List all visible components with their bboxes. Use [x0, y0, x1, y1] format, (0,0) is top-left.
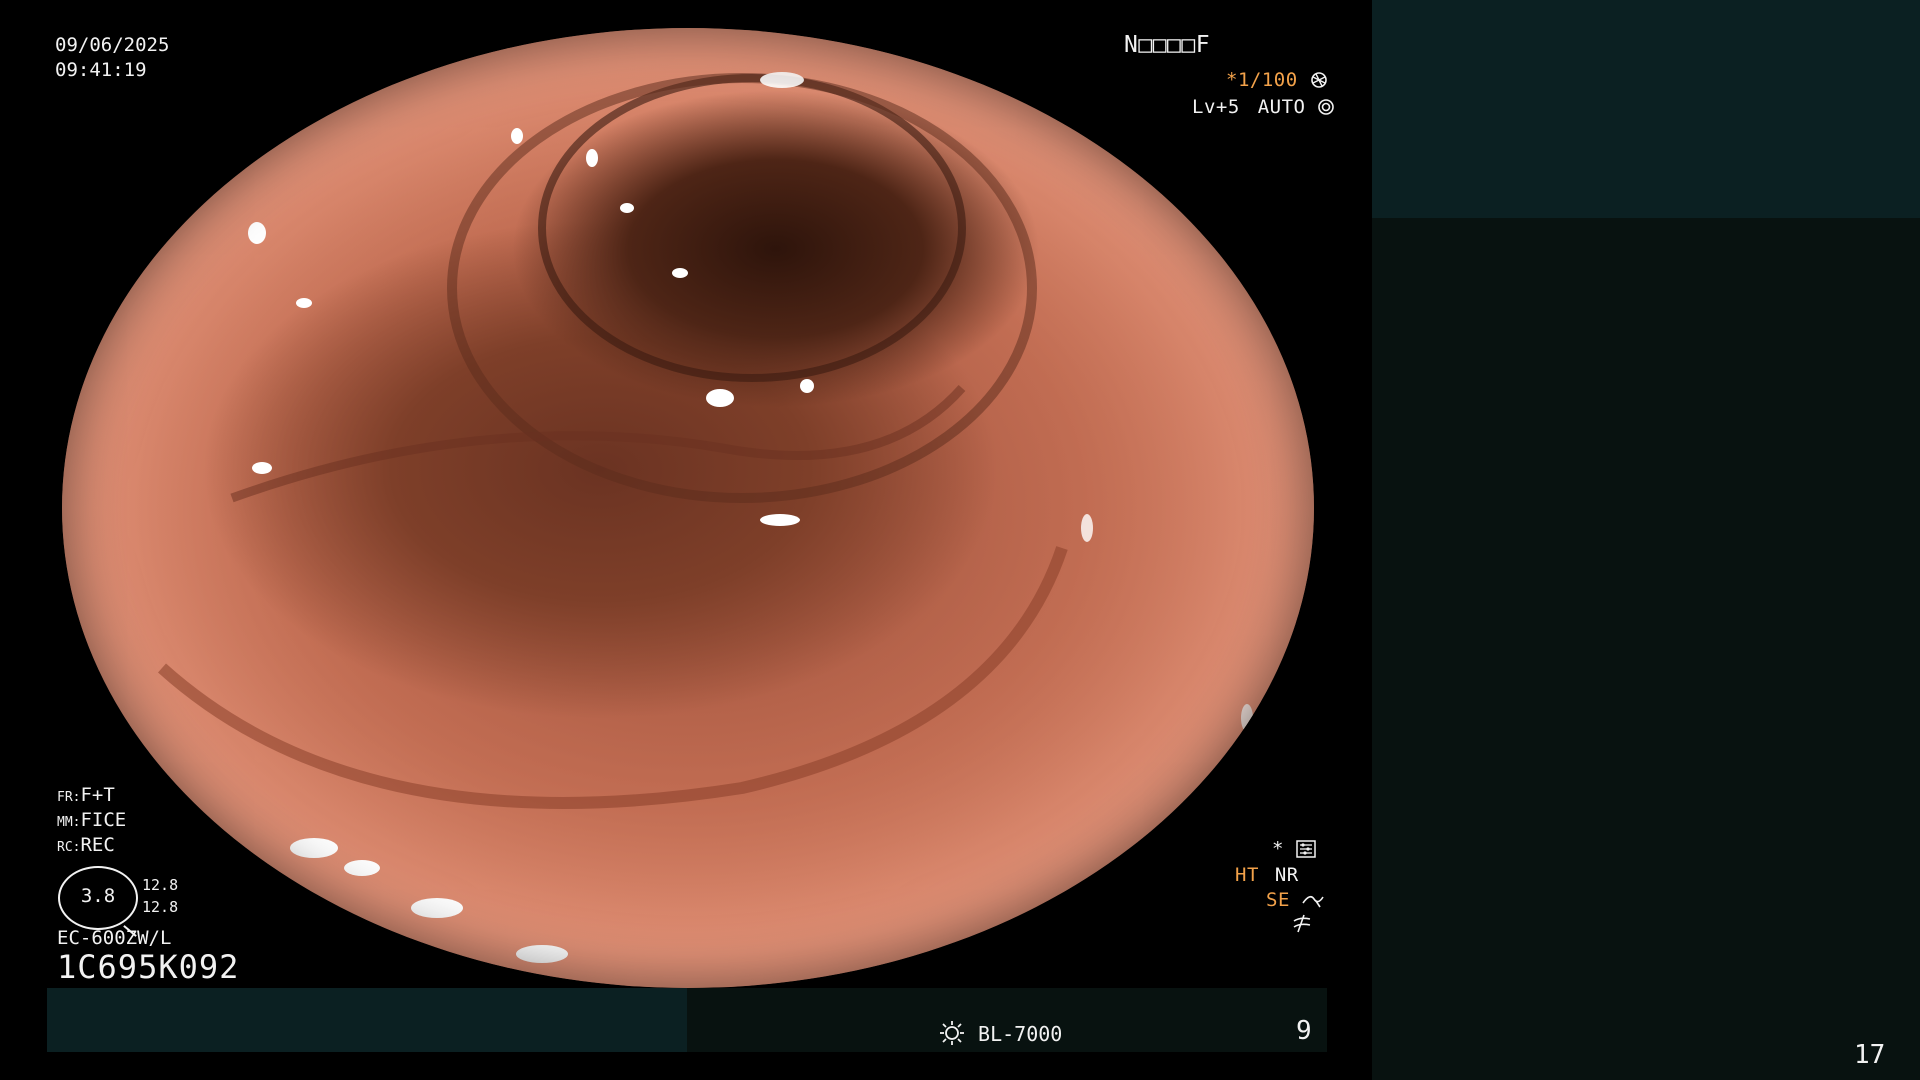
time-text: 09:41:19	[55, 59, 147, 81]
enhance-icon	[1292, 913, 1312, 937]
aperture-icon	[1310, 69, 1328, 91]
scope-badge-value: 3.8	[80, 885, 116, 907]
scope-badge: 3.8	[58, 866, 138, 937]
mm-row: MM:FICE	[57, 809, 126, 831]
rc-label: RC:	[57, 840, 81, 855]
light-source-icon	[938, 1021, 978, 1046]
bottom-bar-left	[47, 988, 687, 1052]
settings-marker: *	[1272, 838, 1284, 860]
iris-mode: AUTO	[1257, 96, 1306, 118]
mm-value: FICE	[80, 809, 127, 831]
rc-value: REC	[80, 834, 115, 856]
settings-row: *	[1272, 838, 1316, 860]
level-value: Lv+5	[1192, 96, 1240, 118]
iris-icon	[1317, 96, 1335, 118]
shutter-speed: *1/100	[1226, 69, 1298, 91]
se-row: SE	[1266, 889, 1324, 911]
rc-row: RC:REC	[57, 834, 115, 856]
scope-model: EC-600ZW/L	[57, 927, 172, 949]
scope-value-bottom: 12.8	[142, 898, 179, 916]
fr-row: FR:F+T	[57, 784, 115, 806]
curve-icon	[1302, 889, 1324, 911]
se-label: SE	[1266, 889, 1290, 911]
level-row: Lv+5 AUTO	[1192, 96, 1335, 118]
settings-icon	[1296, 838, 1316, 860]
light-source-label: BL-7000	[978, 1022, 1063, 1046]
ht-label: HT	[1235, 864, 1259, 886]
date-text: 09/06/2025	[55, 34, 170, 56]
scope-value-top: 12.8	[142, 876, 179, 894]
serial-number: 1C695K092	[57, 948, 240, 986]
mm-label: MM:	[57, 815, 81, 830]
nr-label: NR	[1274, 864, 1299, 886]
page-number: 17	[1854, 1040, 1886, 1070]
image-number: 9	[1296, 1016, 1312, 1046]
shutter-row: *1/100	[1226, 69, 1328, 91]
right-panel-bottom	[1372, 218, 1920, 1080]
fr-value: F+T	[80, 784, 115, 806]
right-panel-top	[1372, 0, 1920, 218]
light-source: BL-7000	[938, 1020, 1062, 1046]
endoscopy-image	[62, 28, 1314, 988]
patient-id-label: N□□□□F	[1124, 32, 1211, 58]
fr-label: FR:	[57, 790, 81, 805]
ht-nr-row: HT NR	[1235, 864, 1299, 886]
